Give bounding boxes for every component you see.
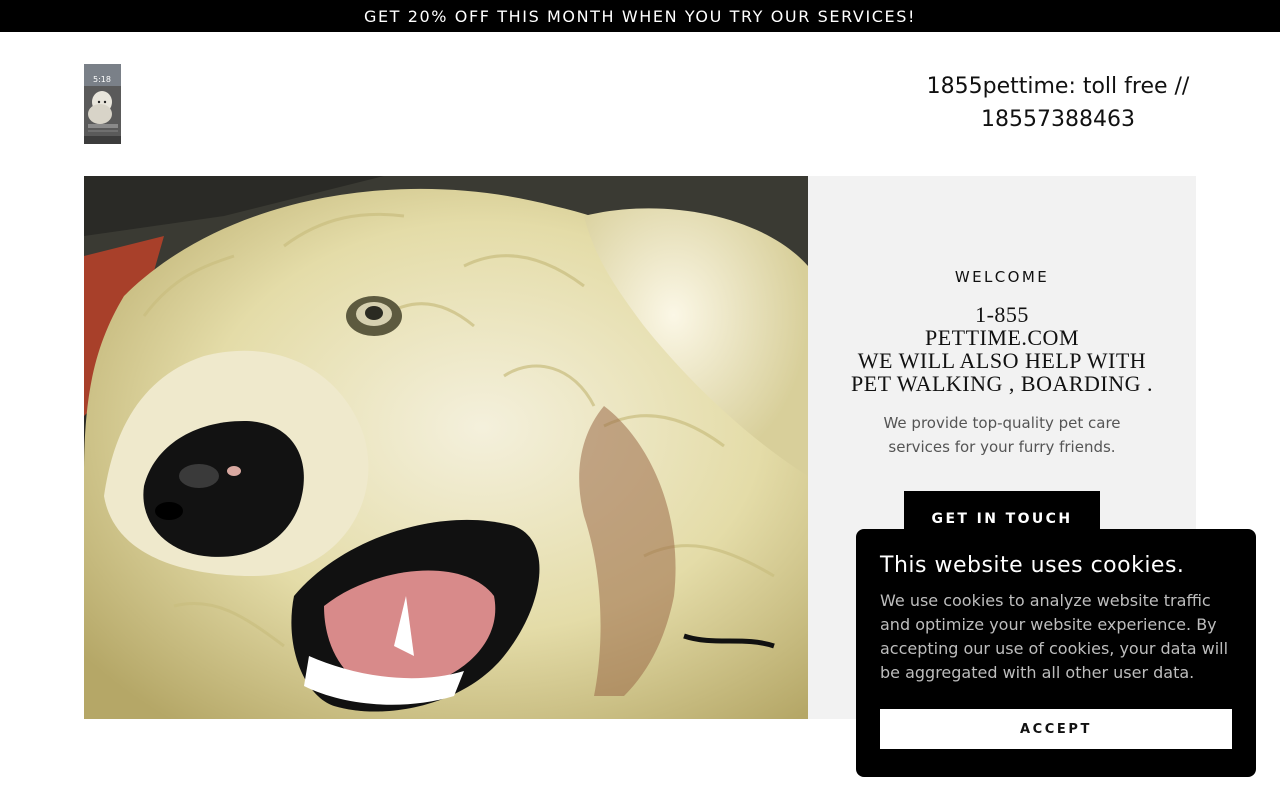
phone-line-1: 1855pettime: toll free //: [926, 74, 1190, 99]
hero-tagline: We provide top-quality pet care services…: [883, 414, 1121, 456]
cookie-consent-dialog: This website uses cookies. We use cookie…: [856, 529, 1256, 777]
hero-headline: 1-855 PETTIME.COM WE WILL ALSO HELP WITH…: [828, 303, 1176, 395]
accept-cookies-button[interactable]: ACCEPT: [880, 709, 1232, 749]
promo-banner: GET 20% OFF THIS MONTH WHEN YOU TRY OUR …: [0, 0, 1280, 32]
phone-line-2[interactable]: 18557388463: [900, 103, 1216, 136]
welcome-label: WELCOME: [954, 268, 1050, 286]
headline-line-1: 1-855: [975, 302, 1029, 327]
site-logo[interactable]: 5:18: [84, 64, 121, 144]
cookie-message: We use cookies to analyze website traffi…: [880, 591, 1229, 682]
headline-line-4: PET WALKING , BOARDING .: [850, 371, 1154, 396]
phone-info: 1855pettime: toll free // 18557388463: [900, 70, 1216, 136]
headline-line-3: WE WILL ALSO HELP WITH: [857, 348, 1147, 373]
cookie-title: This website uses cookies.: [880, 553, 1185, 578]
headline-line-2: PETTIME.COM: [925, 325, 1079, 350]
promo-text: GET 20% OFF THIS MONTH WHEN YOU TRY OUR …: [363, 6, 917, 26]
hero-dog-photo: [84, 176, 808, 719]
logo-time-text: 5:18: [93, 75, 111, 84]
